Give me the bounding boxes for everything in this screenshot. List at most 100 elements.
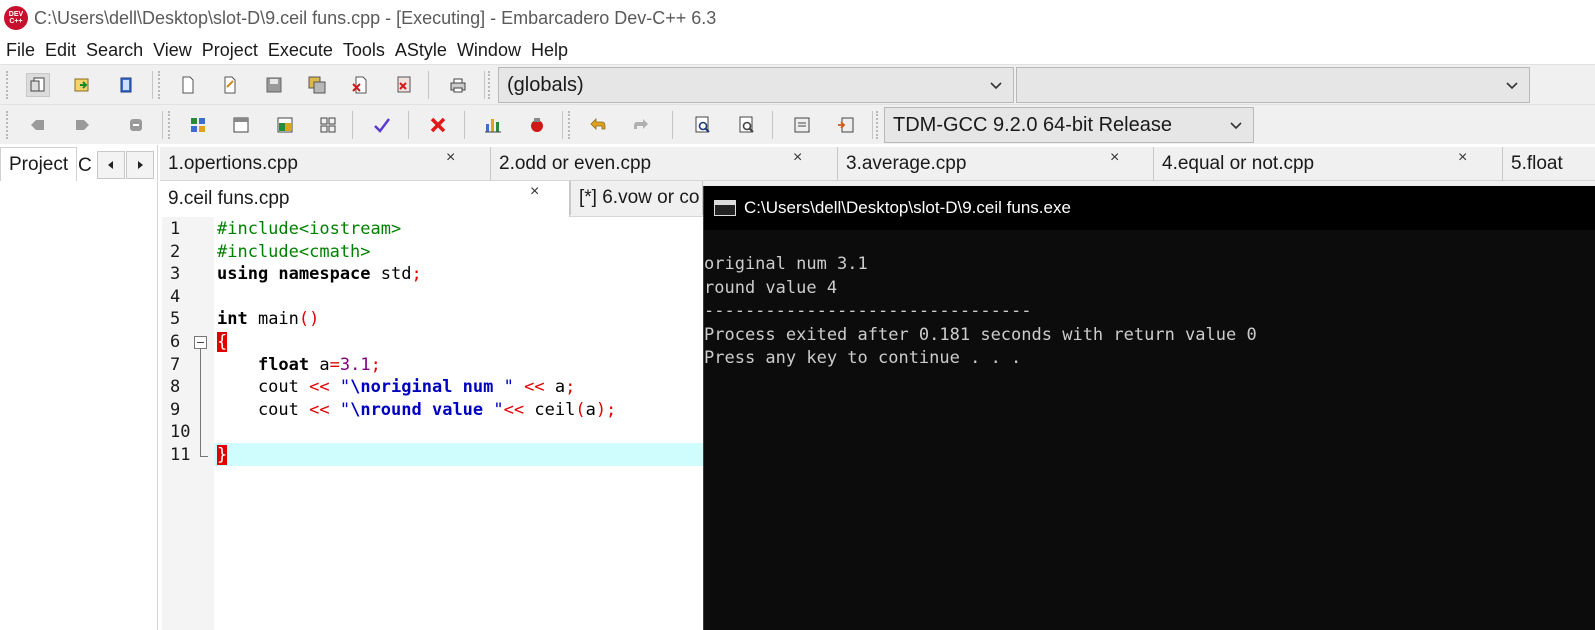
debug-button[interactable] <box>525 113 549 137</box>
menu-execute[interactable]: Execute <box>268 40 333 61</box>
open-project-icon <box>74 78 89 92</box>
menu-astyle[interactable]: AStyle <box>395 40 447 61</box>
line-number: 1 <box>170 219 181 239</box>
unindent-button[interactable] <box>70 113 94 137</box>
console-line: Press any key to continue . . . <box>704 348 1022 368</box>
code-line: int main() <box>217 309 319 332</box>
goto-line-button[interactable] <box>790 113 814 137</box>
close-icon[interactable]: × <box>1458 149 1467 167</box>
devcpp-logo-icon: DEV C++ <box>4 6 28 30</box>
print-button[interactable] <box>446 73 470 97</box>
project-panel: Project C <box>0 145 158 630</box>
code-line: cout << "\noriginal num " << a; <box>217 377 575 400</box>
tab-label: 2.odd or even.cpp <box>499 153 652 174</box>
tab-scroll-right-button[interactable] <box>126 151 154 179</box>
window-title: C:\Users\dell\Desktop\slot-D\9.ceil funs… <box>34 7 717 28</box>
new-file-button[interactable] <box>176 73 200 97</box>
code-token: main <box>247 309 299 330</box>
close-icon[interactable]: × <box>530 183 539 201</box>
code-token: << <box>503 399 525 420</box>
editor-tab-vow-or-con[interactable]: [*] 6.vow or co <box>570 181 703 215</box>
toggle-bookmark-button[interactable] <box>834 113 858 137</box>
code-token: ; <box>565 377 576 398</box>
run-button[interactable] <box>229 113 253 137</box>
menu-window[interactable]: Window <box>457 40 521 61</box>
close-file-button[interactable] <box>349 73 373 97</box>
compile-run-button[interactable] <box>273 113 297 137</box>
editor-tab-float[interactable]: 5.float <box>1503 147 1595 181</box>
fold-collapse-icon[interactable] <box>194 336 207 349</box>
save-project-button[interactable] <box>114 73 138 97</box>
indent-button[interactable] <box>26 113 50 137</box>
scope-combo[interactable]: (globals) <box>498 67 1014 103</box>
menu-file[interactable]: File <box>6 40 35 61</box>
close-icon[interactable]: × <box>1110 149 1119 167</box>
comment-button[interactable] <box>124 113 148 137</box>
compiler-combo[interactable]: TDM-GCC 9.2.0 64-bit Release <box>884 107 1254 143</box>
save-all-button[interactable] <box>305 73 329 97</box>
editor-tab-odd-or-even[interactable]: 2.odd or even.cpp × <box>491 147 838 181</box>
book-icon <box>120 77 132 93</box>
find-button[interactable] <box>691 113 715 137</box>
editor-tab-opertions[interactable]: 1.opertions.cpp × <box>160 147 491 181</box>
code-token: " <box>483 399 504 420</box>
editor-tab-ceil-funs[interactable]: 9.ceil funs.cpp × <box>160 181 570 217</box>
save-button[interactable] <box>262 73 286 97</box>
chevron-down-icon <box>1506 82 1518 90</box>
code-token: \nround value <box>350 399 484 420</box>
syntax-check-button[interactable] <box>370 113 394 137</box>
menu-view[interactable]: View <box>153 40 192 61</box>
tab-label: 9.ceil funs.cpp <box>168 188 290 209</box>
toolbar-compile: TDM-GCC 9.2.0 64-bit Release <box>0 104 1595 144</box>
profile-button[interactable] <box>481 113 505 137</box>
compile-button[interactable] <box>186 113 210 137</box>
tab-label: 4.equal or not.cpp <box>1162 153 1315 174</box>
line-number: 9 <box>170 399 181 420</box>
goto-icon <box>794 117 810 133</box>
member-combo[interactable] <box>1016 67 1530 103</box>
menu-bar: File Edit Search View Project Execute To… <box>0 36 1595 64</box>
menu-edit[interactable]: Edit <box>45 40 76 61</box>
close-icon[interactable]: × <box>446 149 455 167</box>
toolbar-grip[interactable] <box>6 71 10 99</box>
stop-execution-button[interactable] <box>426 113 450 137</box>
menu-tools[interactable]: Tools <box>343 40 385 61</box>
close-icon[interactable]: × <box>793 149 802 167</box>
tab-classes[interactable]: C <box>78 151 98 181</box>
code-token: ; <box>370 354 381 375</box>
console-icon <box>714 200 736 216</box>
console-title-bar[interactable]: C:\Users\dell\Desktop\slot-D\9.ceil funs… <box>704 186 1595 230</box>
bookmark-icon <box>130 119 142 131</box>
open-project-button[interactable] <box>70 73 94 97</box>
tab-label: 3.average.cpp <box>846 153 967 174</box>
line-number: 5 <box>170 309 181 330</box>
menu-help[interactable]: Help <box>531 40 568 61</box>
code-editor[interactable]: 1 2 3 4 5 6 7 8 9 10 11 #include<iostream> #include… <box>162 217 703 630</box>
close-all-button[interactable] <box>392 73 416 97</box>
tab-scroll-left-button[interactable] <box>97 151 125 179</box>
line-number: 2 <box>170 241 181 262</box>
bar-chart-icon <box>485 119 501 133</box>
redo-button[interactable] <box>629 113 653 137</box>
compiler-combo-value: TDM-GCC 9.2.0 64-bit Release <box>893 113 1172 136</box>
line-number: 8 <box>170 377 181 398</box>
new-project-button[interactable] <box>26 73 50 97</box>
chevron-down-icon <box>990 82 1002 90</box>
scope-combo-value: (globals) <box>507 73 584 96</box>
code-line: float a=3.1; <box>217 355 381 378</box>
tab-project[interactable]: Project <box>0 147 78 181</box>
rebuild-button[interactable] <box>316 113 340 137</box>
code-token: a <box>585 399 596 420</box>
menu-search[interactable]: Search <box>86 40 143 61</box>
code-token: float <box>257 354 310 375</box>
console-window[interactable]: C:\Users\dell\Desktop\slot-D\9.ceil funs… <box>703 186 1595 630</box>
undo-arrow-icon <box>590 118 606 130</box>
open-file-button[interactable] <box>218 73 242 97</box>
replace-button[interactable] <box>735 113 759 137</box>
editor-tab-average[interactable]: 3.average.cpp × <box>838 147 1154 181</box>
menu-project[interactable]: Project <box>202 40 258 61</box>
chevron-down-icon <box>1230 122 1242 130</box>
undo-button[interactable] <box>586 113 610 137</box>
editor-tab-equal-or-not[interactable]: 4.equal or not.cpp × <box>1154 147 1503 181</box>
